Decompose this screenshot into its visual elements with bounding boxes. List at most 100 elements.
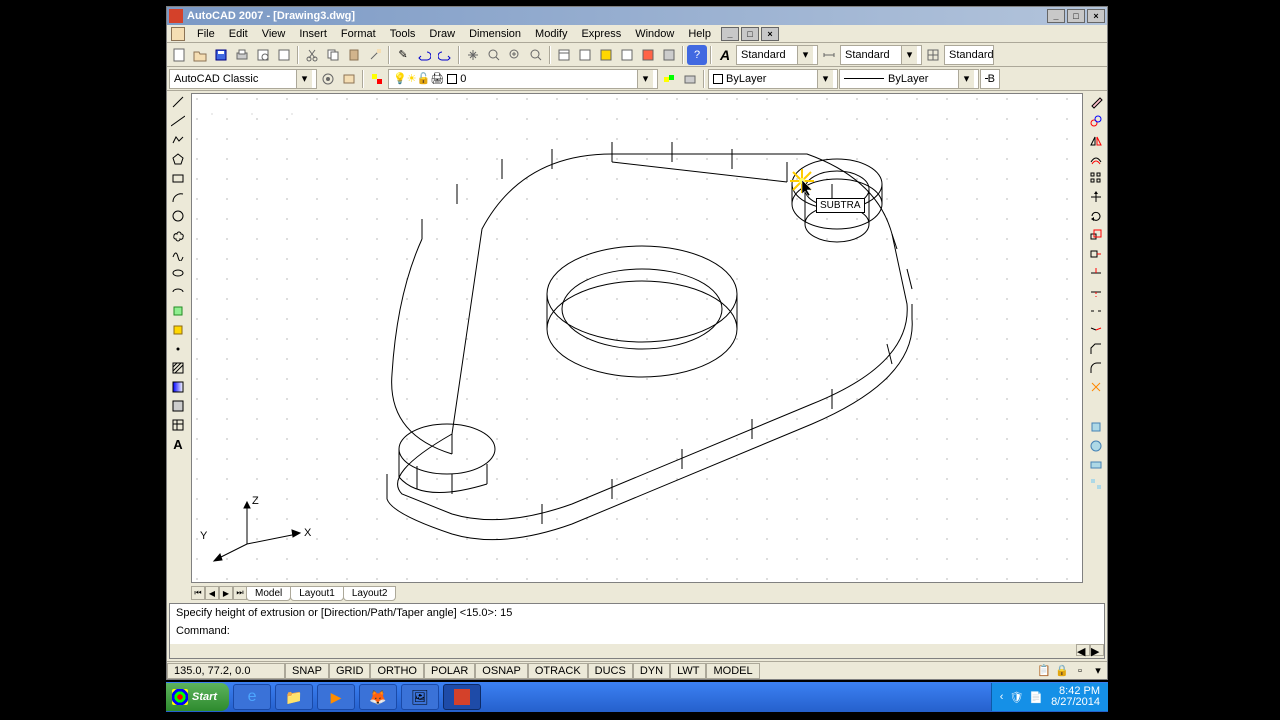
start-button[interactable]: Start — [166, 683, 229, 711]
taskbar-ie[interactable]: e — [233, 684, 271, 710]
menu-express[interactable]: Express — [575, 26, 627, 42]
status-tray-icon3[interactable]: ▫ — [1071, 662, 1089, 680]
taskbar-explorer[interactable]: 📁 — [275, 684, 313, 710]
construction-line-tool[interactable] — [169, 112, 187, 130]
polyline-tool[interactable] — [169, 131, 187, 149]
lineweight-dropdown[interactable]: B — [980, 69, 1000, 89]
point-tool[interactable] — [169, 340, 187, 358]
save-button[interactable] — [211, 45, 231, 65]
tab-model[interactable]: Model — [246, 586, 291, 601]
rotate-tool[interactable] — [1087, 207, 1105, 225]
tab-prev-button[interactable]: ◀ — [205, 586, 219, 600]
3d-align-tool[interactable] — [1087, 456, 1105, 474]
design-center-button[interactable] — [575, 45, 595, 65]
tab-layout1[interactable]: Layout1 — [290, 586, 344, 601]
tab-last-button[interactable]: ⏭ — [233, 586, 247, 600]
zoom-previous-button[interactable] — [526, 45, 546, 65]
status-model[interactable]: MODEL — [706, 663, 759, 679]
minimize-button[interactable]: _ — [1047, 9, 1065, 23]
arc-tool[interactable] — [169, 188, 187, 206]
color-dropdown[interactable]: ByLayer▾ — [708, 69, 838, 89]
status-ortho[interactable]: ORTHO — [370, 663, 424, 679]
ellipse-tool[interactable] — [169, 264, 187, 282]
3d-rotate-tool[interactable] — [1087, 437, 1105, 455]
my-workspace-button[interactable] — [339, 69, 359, 89]
status-lwt[interactable]: LWT — [670, 663, 706, 679]
menu-draw[interactable]: Draw — [423, 26, 461, 42]
fillet-tool[interactable] — [1087, 359, 1105, 377]
close-button[interactable]: × — [1087, 9, 1105, 23]
tray-icon[interactable]: 🛡 — [1009, 691, 1023, 704]
layer-states-button[interactable] — [680, 69, 700, 89]
tool-palettes-button[interactable] — [596, 45, 616, 65]
workspace-dropdown[interactable]: AutoCAD Classic▾ — [169, 69, 317, 89]
extend-tool[interactable] — [1087, 283, 1105, 301]
move-tool[interactable] — [1087, 188, 1105, 206]
status-tray-menu[interactable]: ▾ — [1089, 662, 1107, 680]
copy-tool[interactable] — [1087, 112, 1105, 130]
linetype-dropdown[interactable]: ByLayer▾ — [839, 69, 979, 89]
status-otrack[interactable]: OTRACK — [528, 663, 588, 679]
doc-close-button[interactable]: × — [761, 27, 779, 41]
maximize-button[interactable]: □ — [1067, 9, 1085, 23]
publish-button[interactable] — [274, 45, 294, 65]
block-editor-button[interactable]: ✎ — [393, 45, 413, 65]
trim-tool[interactable] — [1087, 264, 1105, 282]
layer-dropdown[interactable]: 💡☀🔓🖨 0▾ — [388, 69, 658, 89]
text-style-dropdown[interactable]: Standard▾ — [736, 45, 818, 65]
coords-display[interactable]: 135.0, 77.2, 0.0 — [167, 663, 285, 679]
spline-tool[interactable] — [169, 245, 187, 263]
table-tool[interactable] — [169, 416, 187, 434]
menu-window[interactable]: Window — [629, 26, 680, 42]
gradient-tool[interactable] — [169, 378, 187, 396]
menu-tools[interactable]: Tools — [384, 26, 422, 42]
stretch-tool[interactable] — [1087, 245, 1105, 263]
scale-tool[interactable] — [1087, 226, 1105, 244]
menu-help[interactable]: Help — [682, 26, 717, 42]
status-osnap[interactable]: OSNAP — [475, 663, 528, 679]
taskbar-autocad[interactable] — [443, 684, 481, 710]
array-tool[interactable] — [1087, 169, 1105, 187]
cmd-scroll-left[interactable]: ◀ — [1076, 644, 1090, 656]
erase-tool[interactable] — [1087, 93, 1105, 111]
hatch-tool[interactable] — [169, 359, 187, 377]
menu-modify[interactable]: Modify — [529, 26, 573, 42]
quickcalc-button[interactable] — [659, 45, 679, 65]
circle-tool[interactable] — [169, 207, 187, 225]
plot-button[interactable] — [232, 45, 252, 65]
insert-block-tool[interactable] — [169, 302, 187, 320]
pan-button[interactable] — [463, 45, 483, 65]
tab-first-button[interactable]: ⏮ — [191, 586, 205, 600]
text-style-a-icon[interactable]: A — [715, 45, 735, 65]
table-style-dropdown[interactable]: Standard — [944, 45, 994, 65]
cmd-scroll-right[interactable]: ▶ — [1090, 644, 1104, 656]
tray-arrow[interactable]: ‹ — [1000, 691, 1004, 703]
menu-format[interactable]: Format — [335, 26, 382, 42]
status-lock-icon[interactable]: 🔒 — [1053, 662, 1071, 680]
layer-properties-button[interactable] — [367, 69, 387, 89]
dim-style-icon[interactable] — [819, 45, 839, 65]
tray-icon2[interactable]: 📄 — [1029, 691, 1043, 704]
status-grid[interactable]: GRID — [329, 663, 371, 679]
explode-tool[interactable] — [1087, 378, 1105, 396]
new-button[interactable] — [169, 45, 189, 65]
command-prompt[interactable]: Command: — [172, 624, 1102, 638]
redo-button[interactable] — [435, 45, 455, 65]
tab-layout2[interactable]: Layout2 — [343, 586, 397, 601]
3d-move-tool[interactable] — [1087, 418, 1105, 436]
menu-insert[interactable]: Insert — [293, 26, 333, 42]
help-button[interactable]: ? — [687, 45, 707, 65]
join-tool[interactable] — [1087, 321, 1105, 339]
taskbar-media[interactable]: ▶ — [317, 684, 355, 710]
open-button[interactable] — [190, 45, 210, 65]
taskbar-picture[interactable]: 🖼 — [401, 684, 439, 710]
rectangle-tool[interactable] — [169, 169, 187, 187]
menu-edit[interactable]: Edit — [223, 26, 254, 42]
ellipse-arc-tool[interactable] — [169, 283, 187, 301]
markup-button[interactable] — [638, 45, 658, 65]
mtext-tool[interactable]: A — [169, 435, 187, 453]
status-tray-icon1[interactable]: 📋 — [1035, 662, 1053, 680]
chamfer-tool[interactable] — [1087, 340, 1105, 358]
make-block-tool[interactable] — [169, 321, 187, 339]
workspace-settings-button[interactable] — [318, 69, 338, 89]
